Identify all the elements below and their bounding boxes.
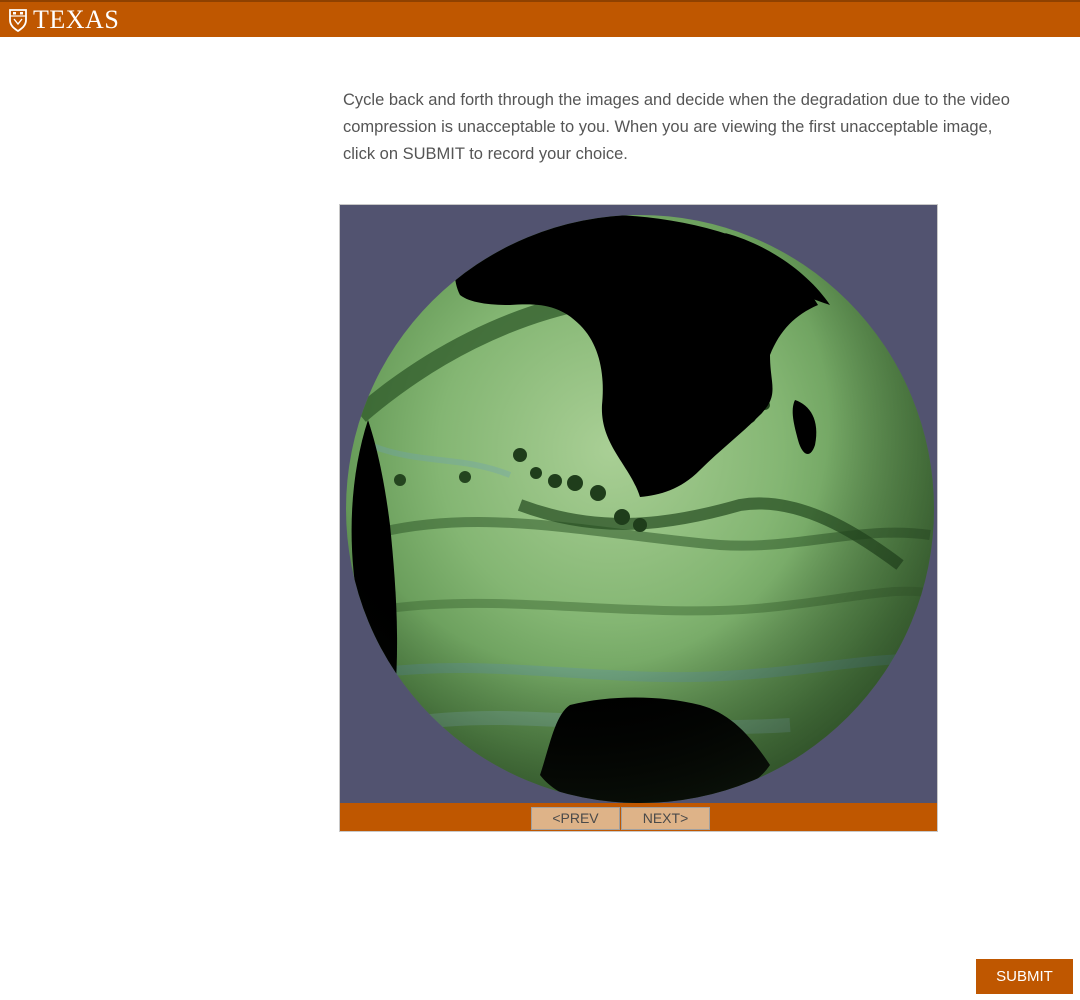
image-viewer: <PREV NEXT>	[339, 204, 938, 832]
submit-button[interactable]: SUBMIT	[976, 959, 1073, 994]
header-bar: TEXAS	[0, 0, 1080, 37]
prev-button[interactable]: <PREV	[531, 807, 620, 830]
texas-logo[interactable]: TEXAS	[8, 4, 119, 36]
brand-wordmark: TEXAS	[33, 5, 120, 34]
navigation-bar: <PREV NEXT>	[340, 803, 937, 831]
next-button[interactable]: NEXT>	[621, 807, 710, 830]
instructions-text: Cycle back and forth through the images …	[343, 91, 1010, 163]
ocean-globe-image	[340, 205, 937, 803]
shield-icon	[9, 9, 27, 32]
